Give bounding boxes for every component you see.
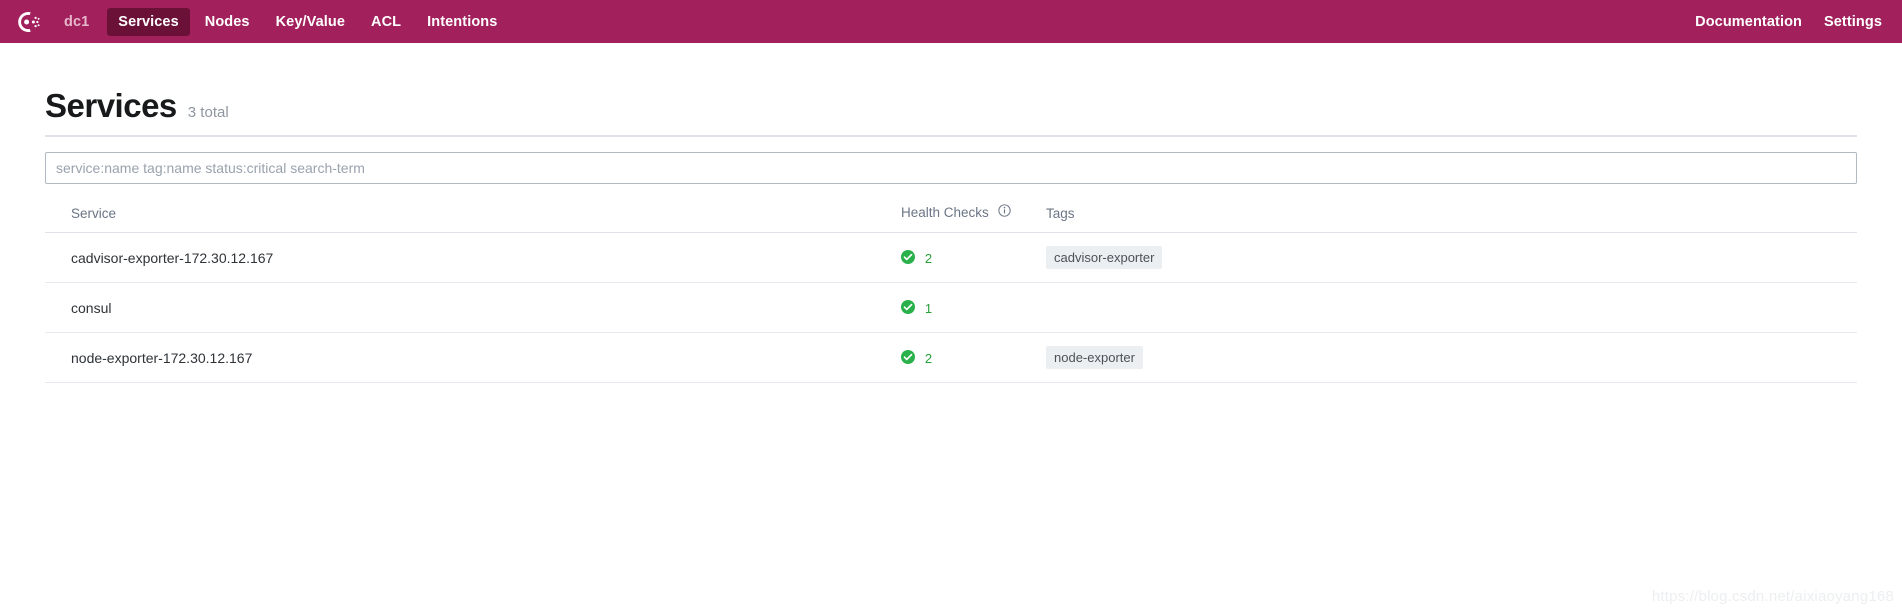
check-circle-icon <box>901 249 915 267</box>
services-table-head: Service Health Checks Tags <box>45 204 1857 234</box>
search-bar <box>45 137 1857 184</box>
search-input[interactable] <box>45 152 1857 184</box>
check-circle-icon <box>901 349 915 367</box>
table-row[interactable]: cadvisor-exporter-172.30.12.167 2 cadvis… <box>45 232 1857 284</box>
tag-pill[interactable]: node-exporter <box>1046 346 1143 370</box>
tags-cell: cadvisor-exporter <box>1020 232 1857 284</box>
column-header-tags[interactable]: Tags <box>1020 205 1857 234</box>
top-navbar: dc1 Services Nodes Key/Value ACL Intenti… <box>0 0 1902 43</box>
table-row[interactable]: node-exporter-172.30.12.167 2 node-expor… <box>45 332 1857 384</box>
column-header-health-checks-label: Health Checks <box>901 205 989 220</box>
navbar-datacenter[interactable]: dc1 <box>60 8 105 36</box>
consul-logo-icon[interactable] <box>14 8 42 36</box>
nav-item-services[interactable]: Services <box>107 7 190 36</box>
nav-item-nodes[interactable]: Nodes <box>194 8 261 36</box>
tags-cell <box>1020 282 1857 334</box>
health-checks-cell: 2 <box>875 232 1020 284</box>
health-check-count: 2 <box>924 350 933 366</box>
health-check-count: 2 <box>924 250 933 266</box>
service-name-cell[interactable]: node-exporter-172.30.12.167 <box>45 332 875 384</box>
main-content: Services 3 total Service Health Checks <box>0 43 1902 384</box>
column-header-health-checks[interactable]: Health Checks <box>875 204 1020 234</box>
nav-item-key-value[interactable]: Key/Value <box>265 8 356 36</box>
check-circle-icon <box>901 299 915 317</box>
table-header-row: Service Health Checks Tags <box>45 204 1857 234</box>
page-title: Services <box>45 87 177 124</box>
nav-item-intentions[interactable]: Intentions <box>416 8 508 36</box>
nav-item-documentation[interactable]: Documentation <box>1695 8 1802 36</box>
services-table-body: cadvisor-exporter-172.30.12.167 2 cadvis… <box>45 232 1857 384</box>
page-total-count: 3 total <box>187 104 229 121</box>
watermark: https://blog.csdn.net/aixiaoyang168 <box>1651 588 1894 605</box>
nav-item-acl[interactable]: ACL <box>360 8 412 36</box>
page-header: Services 3 total <box>45 43 1857 137</box>
tag-pill[interactable]: cadvisor-exporter <box>1046 246 1163 270</box>
table-row[interactable]: consul 1 <box>45 282 1857 334</box>
navbar-left-group: dc1 Services Nodes Key/Value ACL Intenti… <box>14 7 512 36</box>
health-checks-cell: 2 <box>875 332 1020 384</box>
tags-cell: node-exporter <box>1020 332 1857 384</box>
service-name-cell[interactable]: cadvisor-exporter-172.30.12.167 <box>45 232 875 284</box>
info-icon[interactable] <box>997 204 1011 220</box>
nav-item-settings[interactable]: Settings <box>1824 8 1882 36</box>
navbar-right-group: Documentation Settings <box>1673 8 1882 36</box>
service-name-cell[interactable]: consul <box>45 282 875 334</box>
column-header-service[interactable]: Service <box>45 205 875 234</box>
services-table: Service Health Checks Tags cadvisor-expo… <box>45 204 1857 384</box>
health-checks-cell: 1 <box>875 282 1020 334</box>
health-check-count: 1 <box>924 300 933 316</box>
